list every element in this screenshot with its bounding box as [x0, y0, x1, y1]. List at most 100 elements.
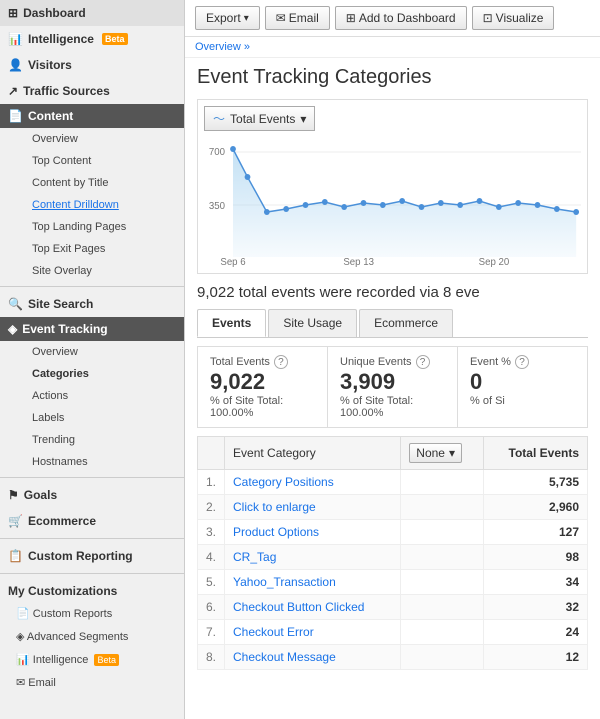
sidebar-item-et-trending[interactable]: Trending	[0, 429, 184, 451]
row-value: 5,735	[484, 470, 588, 495]
category-link[interactable]: Click to enlarge	[233, 500, 316, 514]
row-empty	[401, 570, 484, 595]
row-value: 34	[484, 570, 588, 595]
tab-site-usage[interactable]: Site Usage	[268, 309, 357, 337]
tab-ecommerce[interactable]: Ecommerce	[359, 309, 453, 337]
row-empty	[401, 595, 484, 620]
sidebar: ⊞ Dashboard 📊 Intelligence Beta 👤 Visito…	[0, 0, 185, 719]
row-number: 8.	[198, 645, 225, 670]
sidebar-item-et-labels[interactable]: Labels	[0, 407, 184, 429]
intelligence-icon: 📊	[8, 32, 23, 46]
row-number: 6.	[198, 595, 225, 620]
row-value: 12	[484, 645, 588, 670]
sidebar-item-custom-reporting[interactable]: 📋 Custom Reporting	[0, 543, 184, 569]
chart-dropdown-arrow: ▾	[300, 112, 306, 126]
add-to-dashboard-button[interactable]: ⊞ Add to Dashboard	[335, 6, 467, 30]
goals-icon: ⚑	[8, 488, 19, 502]
table-header-total-events[interactable]: Total Events	[484, 437, 588, 470]
sidebar-item-event-tracking[interactable]: ◈ Event Tracking	[0, 317, 184, 341]
unique-events-label: Unique Events	[340, 356, 412, 368]
row-category: Category Positions	[225, 470, 401, 495]
visualize-button[interactable]: ⊡ Visualize	[472, 6, 555, 30]
sidebar-item-advanced-segments[interactable]: ◈ Advanced Segments	[8, 625, 176, 648]
sidebar-item-intelligence[interactable]: 📊 Intelligence Beta	[0, 26, 184, 52]
add-to-dashboard-label: Add to Dashboard	[359, 11, 456, 25]
category-link[interactable]: Checkout Error	[233, 625, 314, 639]
intelligence-custom-beta: Beta	[94, 654, 119, 666]
stats-row: Total Events ? 9,022 % of Site Total: 10…	[197, 346, 588, 428]
sidebar-item-site-overlay[interactable]: Site Overlay	[0, 260, 184, 282]
row-number: 4.	[198, 545, 225, 570]
tab-events[interactable]: Events	[197, 309, 266, 337]
chart-selector[interactable]: 〜 Total Events ▾	[204, 106, 315, 131]
sidebar-item-visitors[interactable]: 👤 Visitors	[0, 52, 184, 78]
category-link[interactable]: Product Options	[233, 525, 319, 539]
category-link[interactable]: Checkout Button Clicked	[233, 600, 364, 614]
export-button[interactable]: Export ▾	[195, 6, 260, 30]
table-row: 3. Product Options 127	[198, 520, 588, 545]
row-value: 127	[484, 520, 588, 545]
sidebar-item-content-by-title[interactable]: Content by Title	[0, 172, 184, 194]
sidebar-item-content[interactable]: 📄 Content	[0, 104, 184, 128]
table-row: 1. Category Positions 5,735	[198, 470, 588, 495]
row-category: Click to enlarge	[225, 495, 401, 520]
total-events-help[interactable]: ?	[274, 355, 288, 369]
sidebar-item-content-drilldown[interactable]: Content Drilldown	[0, 194, 184, 216]
sidebar-item-traffic-sources[interactable]: ↗ Traffic Sources	[0, 78, 184, 104]
sidebar-item-overview[interactable]: Overview	[0, 128, 184, 150]
email-label: Email	[289, 11, 319, 25]
row-category: Checkout Error	[225, 620, 401, 645]
row-empty	[401, 470, 484, 495]
add-dashboard-icon: ⊞	[346, 11, 356, 25]
sidebar-item-custom-reports[interactable]: 📄 Custom Reports	[8, 602, 176, 625]
sidebar-item-goals[interactable]: ⚑ Goals	[0, 482, 184, 508]
sidebar-item-ecommerce[interactable]: 🛒 Ecommerce	[0, 508, 184, 534]
toolbar: Export ▾ ✉ Email ⊞ Add to Dashboard ⊡ Vi…	[185, 0, 600, 37]
sidebar-item-dashboard[interactable]: ⊞ Dashboard	[0, 0, 184, 26]
sidebar-item-site-search[interactable]: 🔍 Site Search	[0, 291, 184, 317]
stat-event-pct: Event % ? 0 % of Si	[458, 347, 587, 427]
svg-text:350: 350	[209, 201, 226, 212]
table-row: 4. CR_Tag 98	[198, 545, 588, 570]
my-customizations-section: My Customizations 📄 Custom Reports ◈ Adv…	[0, 578, 184, 700]
export-label: Export	[206, 11, 241, 25]
none-dropdown-arrow: ▾	[449, 446, 455, 460]
sidebar-item-top-exit[interactable]: Top Exit Pages	[0, 238, 184, 260]
sidebar-item-email[interactable]: ✉ Email	[8, 671, 176, 694]
table-header-none[interactable]: None ▾	[401, 437, 484, 470]
breadcrumb: Overview »	[185, 37, 600, 58]
category-link[interactable]: CR_Tag	[233, 550, 276, 564]
email-button[interactable]: ✉ Email	[265, 6, 330, 30]
content-icon: 📄	[8, 109, 23, 123]
event-tracking-icon: ◈	[8, 322, 17, 336]
row-value: 2,960	[484, 495, 588, 520]
my-customizations-title: My Customizations	[8, 584, 176, 598]
sidebar-item-et-actions[interactable]: Actions	[0, 385, 184, 407]
sidebar-item-top-content[interactable]: Top Content	[0, 150, 184, 172]
sidebar-item-top-landing[interactable]: Top Landing Pages	[0, 216, 184, 238]
row-number: 2.	[198, 495, 225, 520]
divider	[0, 286, 184, 287]
sidebar-item-intelligence-custom[interactable]: 📊 Intelligence Beta	[8, 648, 176, 671]
unique-events-help[interactable]: ?	[416, 355, 430, 369]
category-link[interactable]: Category Positions	[233, 475, 334, 489]
chart-selector-label: Total Events	[230, 112, 295, 126]
event-pct-help[interactable]: ?	[515, 355, 529, 369]
chart-line-icon: 〜	[213, 110, 225, 127]
advanced-segments-icon: ◈	[16, 631, 24, 643]
table-header-row-num	[198, 437, 225, 470]
sidebar-item-et-categories[interactable]: Categories	[0, 363, 184, 385]
sidebar-item-et-overview[interactable]: Overview	[0, 341, 184, 363]
page-content: Event Tracking Categories 〜 Total Events…	[185, 58, 600, 719]
none-filter-dropdown[interactable]: None ▾	[409, 443, 462, 463]
dashboard-icon: ⊞	[8, 6, 18, 20]
category-link[interactable]: Yahoo_Transaction	[233, 575, 336, 589]
svg-text:Sep 13: Sep 13	[343, 257, 374, 267]
breadcrumb-link[interactable]: Overview »	[195, 41, 250, 53]
category-link[interactable]: Checkout Message	[233, 650, 336, 664]
event-pct-label: Event %	[470, 356, 511, 368]
sidebar-item-et-hostnames[interactable]: Hostnames	[0, 451, 184, 473]
svg-text:Sep 20: Sep 20	[479, 257, 510, 267]
stats-summary-text: 9,022 total events were recorded via 8 e…	[197, 284, 588, 301]
row-empty	[401, 545, 484, 570]
